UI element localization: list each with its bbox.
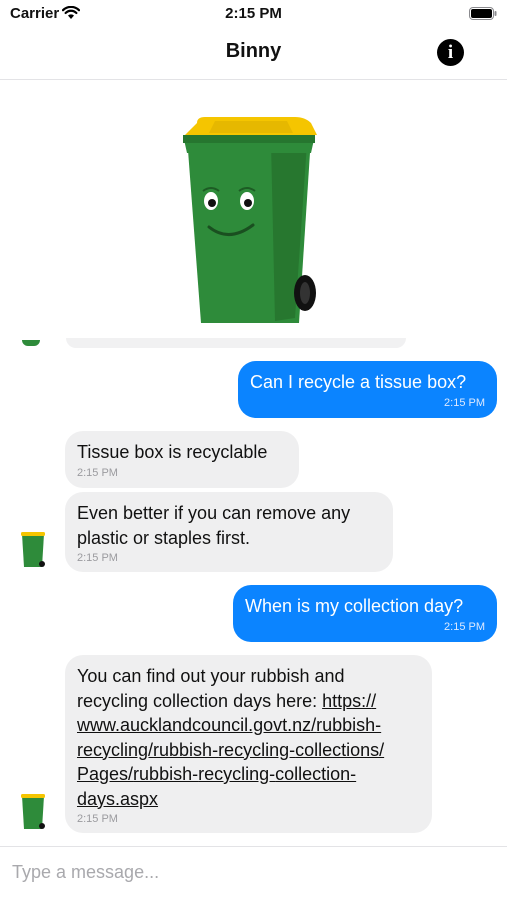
message-time: 2:15 PM [77,466,118,479]
incoming-message[interactable]: Tissue box is recyclable 2:15 PM [65,431,299,488]
incoming-message[interactable]: You can find out your rubbish and recycl… [65,655,432,833]
battery-icon [469,7,497,20]
nav-bar: Binny i [0,28,507,80]
wheelie-bin-avatar [20,793,46,831]
info-icon[interactable]: i [437,39,464,66]
message-composer [0,846,507,901]
outgoing-message[interactable]: When is my collection day? 2:15 PM [233,585,497,642]
status-time: 2:15 PM [225,5,282,22]
message-time: 2:15 PM [444,620,485,633]
chat-thread[interactable]: Can I recycle a tissue box? 2:15 PM Tiss… [0,80,507,846]
message-bubble-partial [66,338,406,348]
message-time: 2:15 PM [77,813,118,825]
message-time: 2:15 PM [444,396,485,409]
message-text: When is my collection day? [245,596,464,616]
avatar [22,340,40,346]
page-title: Binny [225,40,282,62]
message-time: 2:15 PM [77,552,118,564]
outgoing-message[interactable]: Can I recycle a tissue box? 2:15 PM [238,361,497,418]
message-text: You can find out your rubbish and recycl… [77,664,420,811]
incoming-message[interactable]: Even better if you can remove any plasti… [65,492,393,572]
wheelie-bin-avatar [20,531,46,569]
message-text: Can I recycle a tissue box? [250,372,467,392]
wheelie-bin-illustration [175,113,325,333]
message-input[interactable] [12,857,492,887]
status-bar: Carrier 2:15 PM [0,0,507,28]
message-text: Even better if you can remove any plasti… [77,503,351,548]
message-text: Tissue box is recyclable [77,442,268,462]
message-text: You can find out your rubbish and recycl… [77,666,345,711]
